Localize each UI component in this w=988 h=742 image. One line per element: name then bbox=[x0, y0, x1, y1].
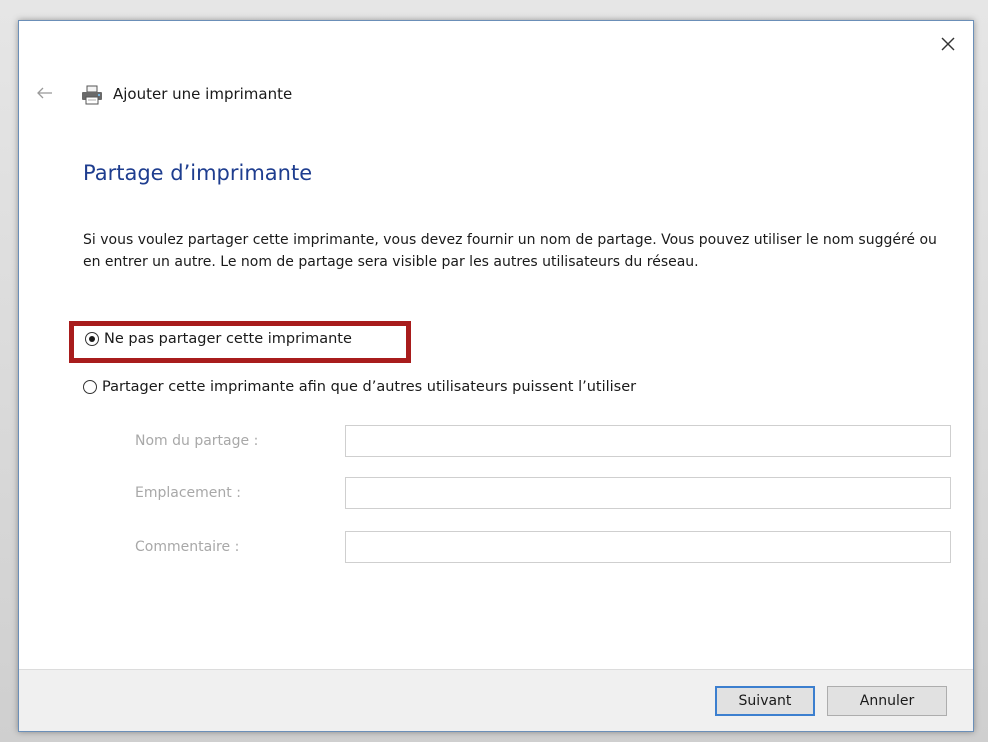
share-name-field[interactable] bbox=[345, 425, 951, 457]
screenshot-background: Ajouter une imprimante Partage d’imprima… bbox=[0, 0, 988, 742]
window-title: Ajouter une imprimante bbox=[113, 85, 293, 103]
no-share-option[interactable]: Ne pas partager cette imprimante bbox=[85, 331, 352, 347]
dialog-footer: Suivant Annuler bbox=[19, 669, 973, 731]
share-option[interactable]: Partager cette imprimante afin que d’aut… bbox=[83, 379, 636, 395]
close-icon bbox=[941, 37, 955, 51]
page-heading: Partage d’imprimante bbox=[83, 161, 313, 185]
no-share-radio[interactable] bbox=[85, 332, 99, 346]
description-text: Si vous voulez partager cette imprimante… bbox=[83, 232, 937, 270]
comment-label: Commentaire : bbox=[135, 539, 240, 555]
back-button[interactable] bbox=[33, 81, 57, 105]
printer-icon bbox=[82, 85, 102, 105]
share-label: Partager cette imprimante afin que d’aut… bbox=[102, 379, 637, 395]
share-radio[interactable] bbox=[83, 380, 97, 394]
location-label: Emplacement : bbox=[135, 485, 241, 501]
add-printer-dialog: Ajouter une imprimante Partage d’imprima… bbox=[18, 20, 974, 732]
no-share-label: Ne pas partager cette imprimante bbox=[104, 331, 352, 347]
share-name-label: Nom du partage : bbox=[135, 433, 259, 449]
cancel-button[interactable]: Annuler bbox=[827, 686, 947, 716]
close-button[interactable] bbox=[933, 29, 963, 59]
location-field[interactable] bbox=[345, 477, 951, 509]
back-arrow-icon bbox=[37, 87, 52, 99]
comment-field[interactable] bbox=[345, 531, 951, 563]
next-button[interactable]: Suivant bbox=[715, 686, 815, 716]
